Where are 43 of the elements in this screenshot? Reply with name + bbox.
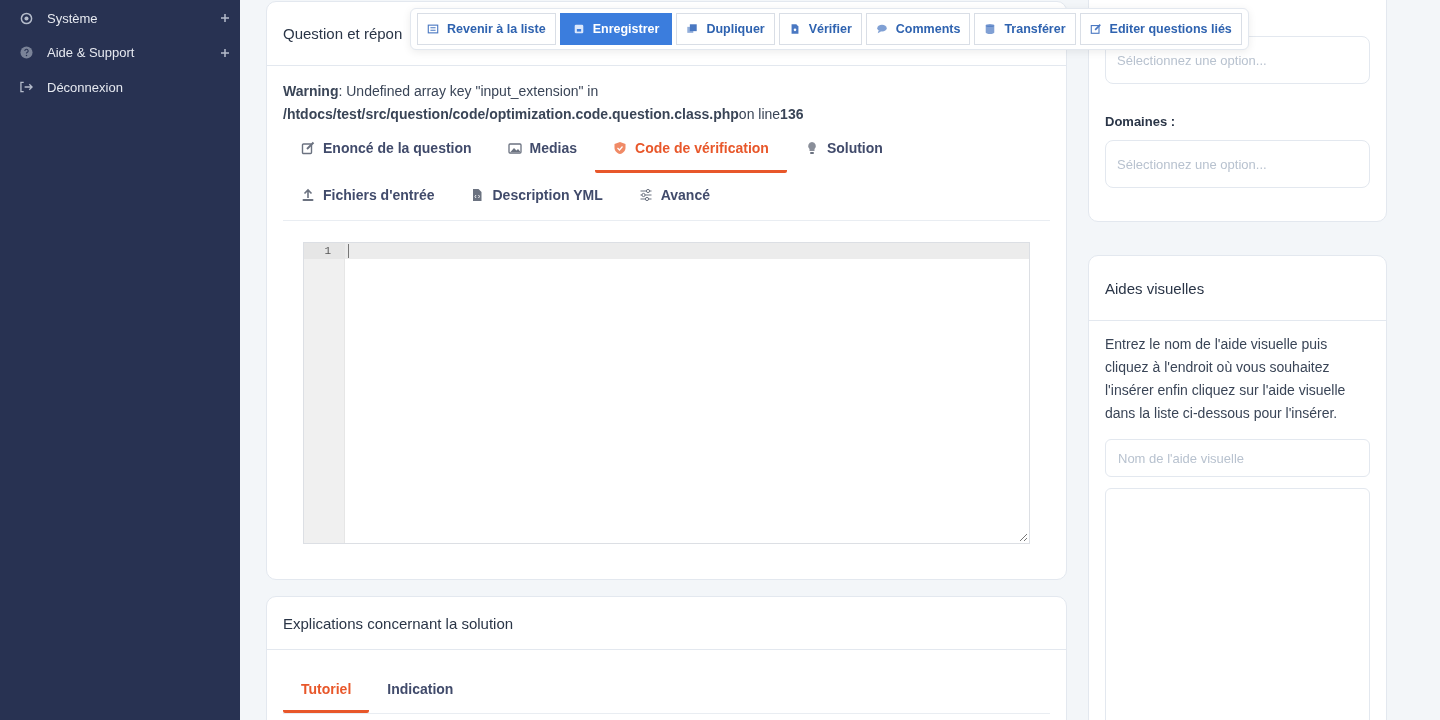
tab[interactable]: Enoncé de la question	[283, 126, 490, 173]
field-label: Domaines :	[1105, 114, 1177, 129]
upload-icon	[301, 188, 315, 202]
card-title: Explications concernant la solution	[283, 614, 514, 632]
edit-icon	[1089, 23, 1102, 35]
speech-bubble-icon	[875, 23, 888, 35]
toolbar-button[interactable]: Revenir à la liste	[417, 13, 556, 45]
tab[interactable]: Description YML	[452, 173, 621, 220]
image-icon	[507, 141, 522, 155]
toolbar-button[interactable]: Vérifier	[778, 13, 862, 45]
edit-icon	[301, 141, 315, 155]
tab[interactable]: Indication	[369, 668, 472, 713]
tab[interactable]: Code de vérification	[595, 126, 787, 173]
sidebar-item[interactable]: Aide & Support	[0, 35, 240, 70]
list-icon	[427, 23, 439, 35]
warning-message: Warning: Undefined array key "input_extension" in /htdocs/test/src/question/code/optimization.code.question.class.phpon line136	[283, 82, 805, 124]
toolbar-button[interactable]: Editer questions liés	[1079, 13, 1242, 45]
sliders-icon	[638, 188, 653, 202]
line-number: 1	[304, 243, 344, 259]
help-text: Entrez le nom de l'aide visuelle puis cliquez à l'endroit où vous souhaitez l'insérer enfin cliquez sur l'aide visuelle dans la liste ci-dessous pour l'insérer.	[1105, 335, 1347, 423]
card-title: Question et répon	[283, 25, 403, 42]
shield-icon	[613, 141, 628, 155]
toolbar-button[interactable]: Comments	[865, 13, 971, 45]
code-editor[interactable]: 1	[303, 242, 1030, 544]
sidebar-item[interactable]: Système	[0, 1, 240, 36]
help-icon	[20, 46, 33, 60]
toolbar-button[interactable]: Transférer	[974, 13, 1076, 45]
tab[interactable]: Avancé	[620, 173, 728, 220]
tab[interactable]: Medias	[489, 126, 596, 173]
tab[interactable]: Fichiers d'entrée	[283, 173, 453, 220]
card-title: Aides visuelles	[1105, 279, 1205, 297]
tab[interactable]: Tutoriel	[283, 668, 370, 713]
database-icon	[984, 23, 997, 35]
logout-icon	[20, 81, 33, 94]
toolbar-button[interactable]: Enregistrer	[559, 13, 673, 45]
resize-handle-icon[interactable]	[1020, 534, 1027, 541]
target-icon	[20, 11, 33, 25]
file-code-icon	[470, 188, 485, 202]
input-field[interactable]: Nom de l'aide visuelle	[1105, 439, 1370, 477]
tab[interactable]: Solution	[786, 126, 901, 173]
toolbar-button[interactable]: Dupliquer	[676, 13, 775, 45]
sidebar-item[interactable]: Déconnexion	[0, 70, 240, 105]
copy-icon	[686, 23, 699, 35]
